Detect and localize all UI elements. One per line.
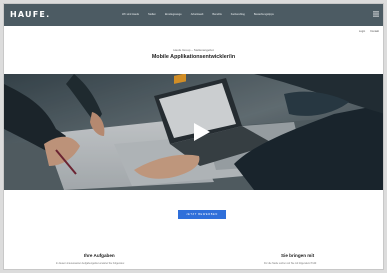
profile-heading: Sie bringen mit <box>281 253 315 258</box>
menu-item-workplace[interactable]: Arbeitswelt <box>191 12 204 18</box>
menu-item-about[interactable]: Wir sind Haufe <box>122 12 139 18</box>
tasks-text: In diesem interessanten Aufgabengebiet e… <box>56 262 125 265</box>
menu-item-jobs[interactable]: Stellen <box>148 12 156 18</box>
profile-text: Für die Stelle suchen wir Sie mit folgen… <box>264 262 317 265</box>
page-title: Mobile Applikationsentwickler/in <box>151 54 236 60</box>
menu-item-tips[interactable]: Bewerbungstipps <box>254 12 274 18</box>
menu-item-entry[interactable]: Einstiegswege <box>165 12 182 18</box>
menu-item-blog[interactable]: Karriereblog <box>231 12 245 18</box>
tasks-heading: Ihre Aufgaben <box>84 253 115 258</box>
main-menu: Wir sind Haufe Stellen Einstiegswege Arb… <box>122 12 283 18</box>
apply-button[interactable]: JETZT BEWERBEN <box>178 210 226 219</box>
job-eyebrow: Haufe Group – Stellenangebot <box>173 48 214 52</box>
hamburger-icon[interactable] <box>373 11 379 17</box>
login-link[interactable]: Login <box>359 30 365 34</box>
top-navigation: HAUFE. Wir sind Haufe Stellen Einstiegsw… <box>4 4 383 26</box>
browser-page: HAUFE. Wir sind Haufe Stellen Einstiegsw… <box>3 3 384 270</box>
utility-links: Login Kontakt <box>359 30 379 34</box>
haufe-logo[interactable]: HAUFE. <box>10 10 50 20</box>
contact-link[interactable]: Kontakt <box>370 30 379 34</box>
play-icon[interactable] <box>194 123 210 141</box>
menu-item-benefits[interactable]: Benefits <box>212 12 221 18</box>
